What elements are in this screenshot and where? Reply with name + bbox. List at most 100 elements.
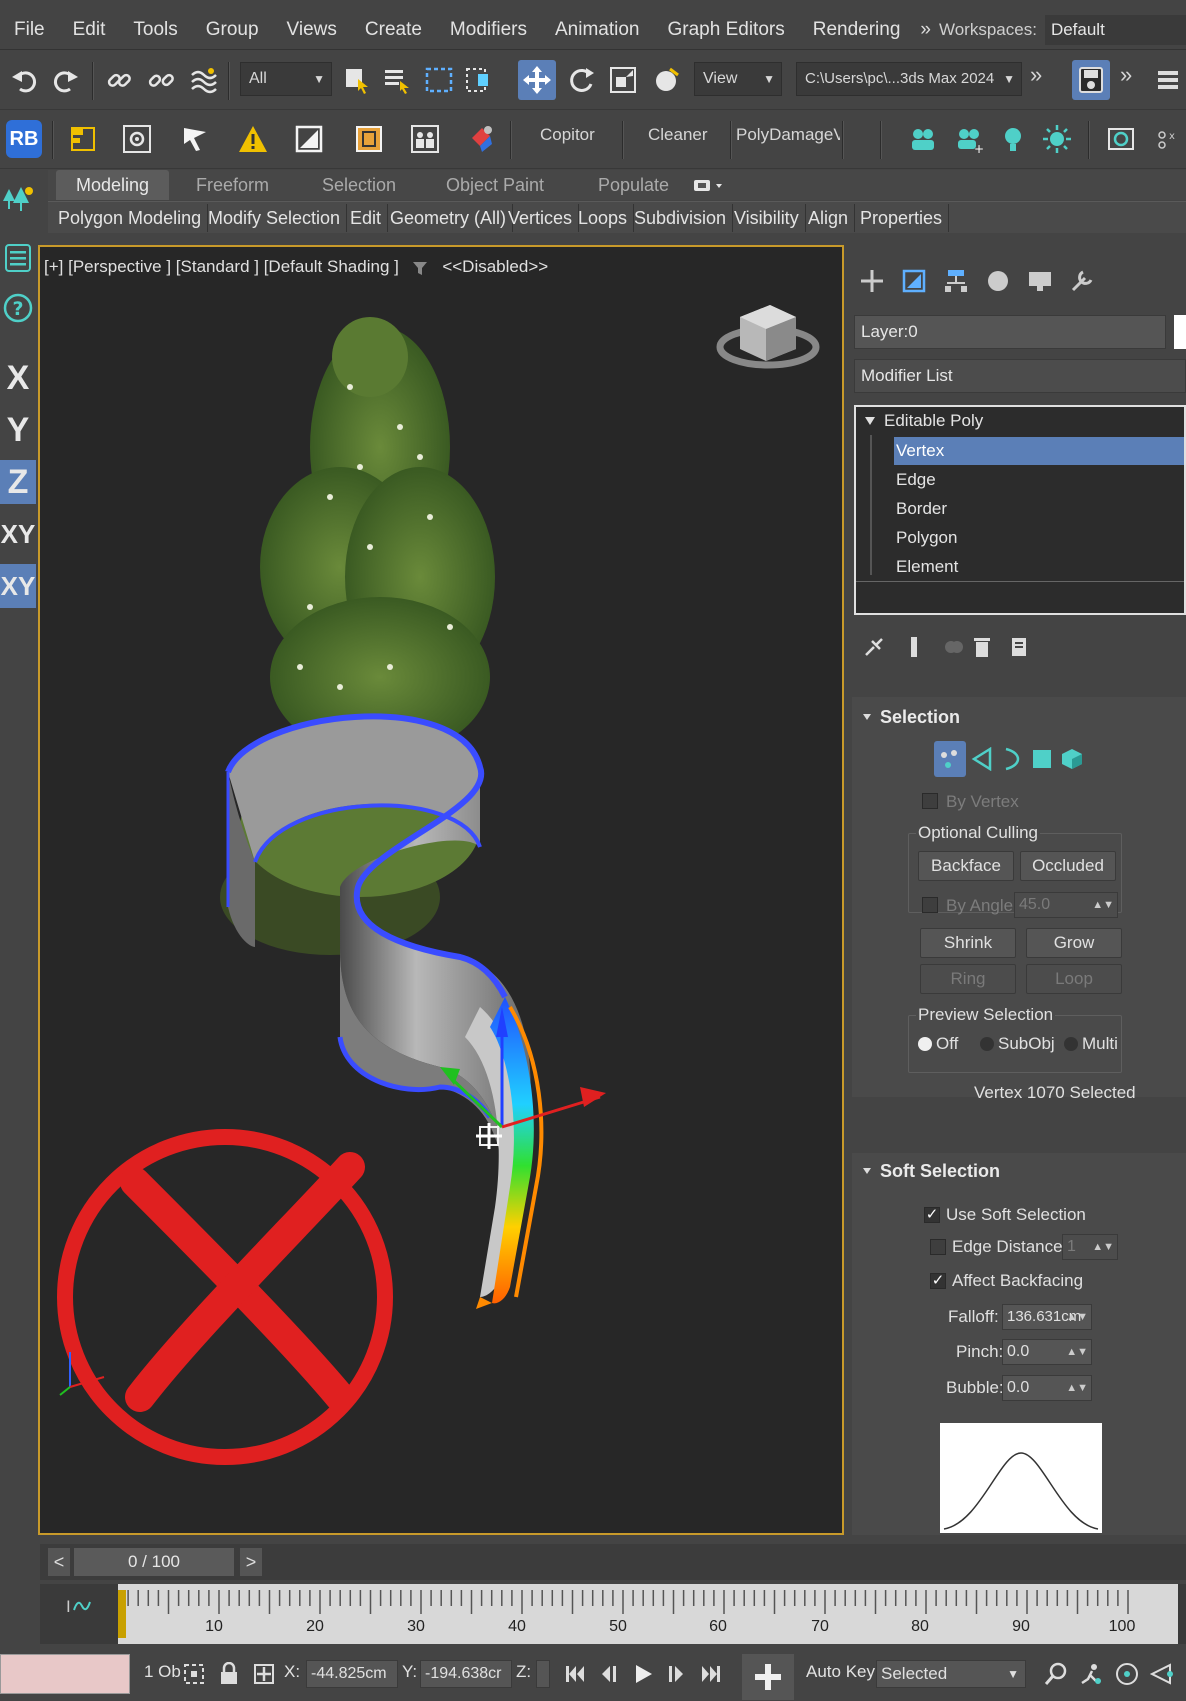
bind-space-warp-icon[interactable] — [184, 60, 222, 100]
ring-button[interactable]: Ring — [920, 964, 1016, 994]
stack-item-edge[interactable]: Edge — [896, 466, 936, 494]
render-more-icon[interactable]: x — [1150, 119, 1186, 159]
link-icon[interactable] — [100, 60, 138, 100]
group-geometry-all[interactable]: Geometry (All) — [384, 204, 514, 232]
stack-item-polygon[interactable]: Polygon — [896, 524, 957, 552]
redo-icon[interactable] — [46, 60, 84, 100]
next-frame-icon[interactable] — [664, 1663, 688, 1685]
preview-subobj-radio[interactable] — [980, 1037, 994, 1051]
menu-views[interactable]: Views — [273, 19, 351, 41]
menu-create[interactable]: Create — [351, 19, 436, 41]
cleaner-button[interactable]: Cleaner — [648, 125, 708, 145]
pinch-spinner[interactable]: 0.0 ▲▼ — [1002, 1339, 1092, 1365]
time-slider-thumb[interactable]: 0 / 100 — [74, 1548, 234, 1576]
by-angle-checkbox[interactable] — [922, 897, 938, 913]
shrink-button[interactable]: Shrink — [920, 928, 1016, 958]
reference-coordinate-dropdown[interactable]: View ▼ — [694, 62, 782, 96]
paint-bucket-icon[interactable] — [462, 119, 500, 159]
ribbon-options-icon[interactable] — [688, 170, 730, 200]
motion-tab-icon[interactable] — [978, 261, 1018, 301]
configure-sets-icon[interactable] — [1008, 635, 1032, 659]
axis-z-button[interactable]: Z — [0, 460, 36, 504]
time-next-button[interactable]: > — [240, 1548, 262, 1576]
hierarchy-tab-icon[interactable] — [936, 261, 976, 301]
menu-overflow-chevron[interactable]: » — [914, 19, 937, 41]
stack-item-vertex[interactable]: Vertex — [894, 437, 1184, 465]
gear-frame-icon[interactable] — [118, 119, 156, 159]
tab-populate[interactable]: Populate — [578, 170, 689, 200]
z-coord-field[interactable] — [536, 1660, 550, 1688]
occluded-button[interactable]: Occluded — [1020, 851, 1116, 881]
by-angle-spinner[interactable]: 45.0 ▲▼ — [1014, 892, 1118, 918]
bubble-spinner[interactable]: 0.0 ▲▼ — [1002, 1375, 1092, 1401]
menu-modifiers[interactable]: Modifiers — [436, 19, 541, 41]
preview-multi-radio[interactable] — [1064, 1037, 1078, 1051]
axis-y-button[interactable]: Y — [0, 408, 36, 452]
layers-icon[interactable] — [1150, 60, 1186, 100]
view-cube[interactable] — [716, 305, 820, 369]
selection-rollout-arrow-icon[interactable] — [862, 712, 872, 722]
group-align[interactable]: Align — [802, 204, 856, 232]
group-loops[interactable]: Loops — [572, 204, 635, 232]
perspective-viewport[interactable]: [+] [Perspective ] [Standard ] [Default … — [38, 245, 844, 1535]
vertex-mode-icon[interactable] — [934, 741, 966, 777]
selection-rollout-title[interactable]: Selection — [880, 707, 960, 728]
render-setup-icon[interactable] — [1102, 119, 1140, 159]
save-scene-icon[interactable] — [1072, 60, 1110, 100]
project-folder-dropdown[interactable]: C:\Users\pc\...3ds Max 2024 ▼ — [796, 62, 1022, 96]
soft-selection-arrow-icon[interactable] — [862, 1166, 872, 1176]
modify-tab-icon[interactable] — [894, 261, 934, 301]
select-and-place-icon[interactable] — [648, 60, 686, 100]
warning-icon[interactable] — [234, 119, 272, 159]
border-mode-icon[interactable] — [1000, 747, 1024, 771]
edge-distance-checkbox[interactable] — [930, 1239, 946, 1255]
grow-button[interactable]: Grow — [1026, 928, 1122, 958]
x-coord-field[interactable]: -44.825cm — [306, 1660, 398, 1688]
select-and-scale-icon[interactable] — [604, 60, 642, 100]
affect-backfacing-checkbox[interactable]: ✓ — [930, 1273, 946, 1289]
edge-mode-icon[interactable] — [970, 747, 994, 771]
stack-item-editable-poly[interactable]: Editable Poly — [884, 407, 983, 435]
light-bulb-icon[interactable] — [994, 119, 1032, 159]
menu-file[interactable]: File — [0, 19, 59, 41]
menu-group[interactable]: Group — [192, 19, 273, 41]
menu-edit[interactable]: Edit — [59, 19, 120, 41]
unlink-icon[interactable] — [142, 60, 180, 100]
collapse-arrow-icon[interactable] — [864, 415, 876, 427]
curve-editor-icon[interactable]: I — [64, 1592, 92, 1620]
set-key-button[interactable] — [742, 1654, 794, 1700]
selection-lock-icon[interactable] — [218, 1662, 240, 1686]
tab-modeling[interactable]: Modeling — [56, 170, 170, 200]
rb-badge-button[interactable]: RB — [6, 120, 42, 158]
play-icon[interactable] — [632, 1663, 656, 1685]
object-name-field[interactable]: Layer:0 — [854, 315, 1166, 349]
group-edit[interactable]: Edit — [344, 204, 389, 232]
sun-icon[interactable] — [1038, 119, 1076, 159]
select-and-rotate-icon[interactable] — [562, 60, 600, 100]
stack-item-element[interactable]: Element — [896, 553, 958, 581]
zoom-icon[interactable] — [1044, 1662, 1068, 1686]
object-color-swatch[interactable] — [1174, 315, 1186, 349]
use-soft-selection-checkbox[interactable]: ✓ — [924, 1207, 940, 1223]
layout-grid-icon[interactable] — [64, 119, 102, 159]
scene-explorer-icon[interactable] — [0, 236, 36, 280]
cursor-flag-icon[interactable] — [176, 119, 214, 159]
display-tab-icon[interactable] — [1020, 261, 1060, 301]
people-group-icon[interactable] — [406, 119, 444, 159]
time-prev-button[interactable]: < — [48, 1548, 70, 1576]
edge-distance-spinner[interactable]: 1 ▲▼ — [1062, 1234, 1118, 1260]
selection-filter-dropdown[interactable]: All ▼ — [240, 62, 332, 96]
polygon-mode-icon[interactable] — [1030, 747, 1054, 771]
help-icon[interactable]: ? — [0, 286, 36, 330]
go-to-start-icon[interactable] — [564, 1663, 588, 1685]
preview-off-radio[interactable] — [918, 1037, 932, 1051]
group-visibility[interactable]: Visibility — [728, 204, 806, 232]
axis-snap-toggle-button[interactable]: XY — [0, 564, 36, 608]
workspace-dropdown[interactable]: Default — [1044, 14, 1186, 45]
group-subdivision[interactable]: Subdivision — [628, 204, 734, 232]
show-end-result-icon[interactable] — [902, 635, 926, 659]
trash-icon[interactable] — [970, 635, 994, 659]
select-object-icon[interactable] — [338, 60, 376, 100]
walk-through-icon[interactable] — [1078, 1661, 1104, 1687]
group-vertices[interactable]: Vertices — [502, 204, 580, 232]
